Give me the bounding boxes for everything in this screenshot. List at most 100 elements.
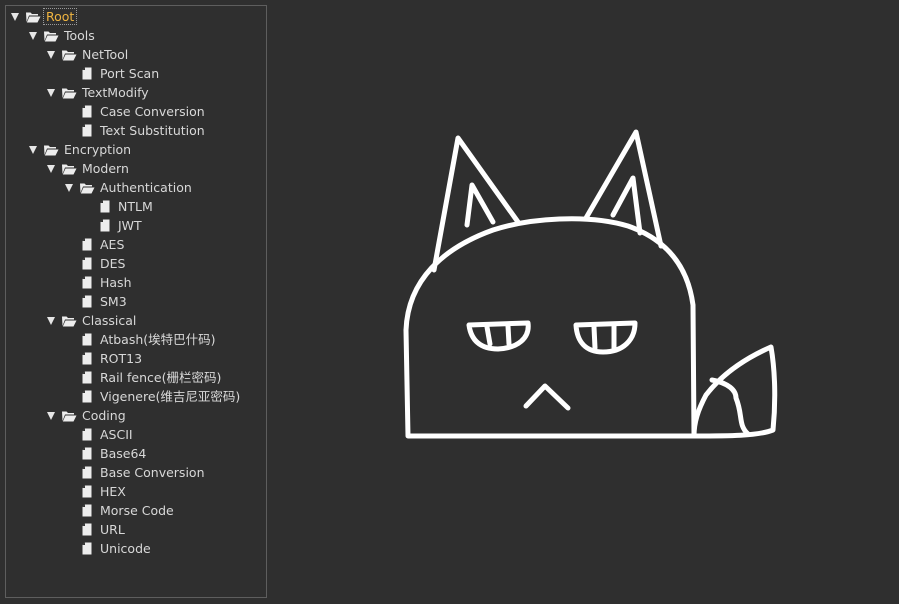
folder-open-icon [24, 7, 42, 26]
file-icon [78, 349, 96, 368]
tree-item-atbash[interactable]: Atbash(埃特巴什码) [6, 330, 266, 349]
file-icon [78, 539, 96, 558]
tree-item-case-conversion[interactable]: Case Conversion [6, 102, 266, 121]
tree-item-nettool[interactable]: NetTool [6, 45, 266, 64]
tree-item-hash[interactable]: Hash [6, 273, 266, 292]
tree-item-url[interactable]: URL [6, 520, 266, 539]
tree-item-textmodify[interactable]: TextModify [6, 83, 266, 102]
tree-item-label: URL [100, 522, 125, 537]
tree-item-ntlm[interactable]: NTLM [6, 197, 266, 216]
file-icon [78, 235, 96, 254]
tree-item-label: Rail fence(栅栏密码) [100, 370, 222, 385]
tree-item-base64[interactable]: Base64 [6, 444, 266, 463]
navigation-tree: Root Tools NetTool Port Scan TextModify Case … [6, 6, 266, 558]
folder-open-icon [78, 178, 96, 197]
tree-item-classical[interactable]: Classical [6, 311, 266, 330]
expand-arrow-icon[interactable] [42, 45, 60, 64]
tree-item-label: AES [100, 237, 125, 252]
expand-arrow-icon[interactable] [6, 7, 24, 26]
file-icon [78, 463, 96, 482]
navigation-tree-panel[interactable]: Root Tools NetTool Port Scan TextModify Case … [5, 5, 267, 598]
file-icon [78, 292, 96, 311]
folder-open-icon [60, 311, 78, 330]
tree-item-label: NTLM [118, 199, 153, 214]
tree-item-ascii[interactable]: ASCII [6, 425, 266, 444]
tree-item-label: JWT [118, 218, 142, 233]
tree-item-label: ASCII [100, 427, 133, 442]
expand-arrow-icon[interactable] [42, 159, 60, 178]
file-icon [78, 501, 96, 520]
tree-item-label: Port Scan [100, 66, 160, 81]
tree-item-port-scan[interactable]: Port Scan [6, 64, 266, 83]
expand-arrow-icon[interactable] [42, 311, 60, 330]
folder-open-icon [42, 140, 60, 159]
tree-item-morse-code[interactable]: Morse Code [6, 501, 266, 520]
tree-item-tools[interactable]: Tools [6, 26, 266, 45]
file-icon [78, 482, 96, 501]
file-icon [78, 520, 96, 539]
tree-item-authentication[interactable]: Authentication [6, 178, 266, 197]
tree-item-label: Case Conversion [100, 104, 205, 119]
expand-arrow-icon[interactable] [24, 26, 42, 45]
tree-item-base-conversion[interactable]: Base Conversion [6, 463, 266, 482]
tree-item-coding[interactable]: Coding [6, 406, 266, 425]
tree-item-label: HEX [100, 484, 126, 499]
expand-arrow-icon[interactable] [60, 178, 78, 197]
expand-arrow-icon[interactable] [24, 140, 42, 159]
file-icon [78, 387, 96, 406]
tree-item-label: Root [43, 8, 78, 25]
tree-item-rot13[interactable]: ROT13 [6, 349, 266, 368]
tree-item-label: Morse Code [100, 503, 174, 518]
folder-open-icon [42, 26, 60, 45]
tree-item-label: Atbash(埃特巴什码) [100, 332, 216, 347]
tree-item-label: Vigenere(维吉尼亚密码) [100, 389, 241, 404]
file-icon [78, 330, 96, 349]
tree-item-label: Base Conversion [100, 465, 205, 480]
tree-item-encryption[interactable]: Encryption [6, 140, 266, 159]
tree-item-aes[interactable]: AES [6, 235, 266, 254]
tree-item-label: Classical [82, 313, 137, 328]
tree-item-sm3[interactable]: SM3 [6, 292, 266, 311]
tree-item-rail-fence[interactable]: Rail fence(栅栏密码) [6, 368, 266, 387]
tree-item-label: Authentication [100, 180, 192, 195]
expand-arrow-icon[interactable] [42, 83, 60, 102]
cat-mascot-icon [403, 129, 778, 439]
tree-item-unicode[interactable]: Unicode [6, 539, 266, 558]
file-icon [78, 121, 96, 140]
tree-item-vigenere[interactable]: Vigenere(维吉尼亚密码) [6, 387, 266, 406]
tree-item-label: SM3 [100, 294, 127, 309]
welcome-canvas [268, 0, 899, 601]
expand-arrow-icon[interactable] [42, 406, 60, 425]
tree-item-des[interactable]: DES [6, 254, 266, 273]
folder-open-icon [60, 159, 78, 178]
tree-item-modern[interactable]: Modern [6, 159, 266, 178]
tree-item-jwt[interactable]: JWT [6, 216, 266, 235]
tree-item-label: Encryption [64, 142, 132, 157]
tree-item-root[interactable]: Root [6, 7, 266, 26]
file-icon [78, 425, 96, 444]
tree-item-hex[interactable]: HEX [6, 482, 266, 501]
tree-item-label: DES [100, 256, 126, 271]
tree-item-label: Modern [82, 161, 129, 176]
file-icon [96, 216, 114, 235]
tree-item-label: ROT13 [100, 351, 143, 366]
tree-item-label: Unicode [100, 541, 151, 556]
folder-open-icon [60, 45, 78, 64]
tree-item-text-substitution[interactable]: Text Substitution [6, 121, 266, 140]
